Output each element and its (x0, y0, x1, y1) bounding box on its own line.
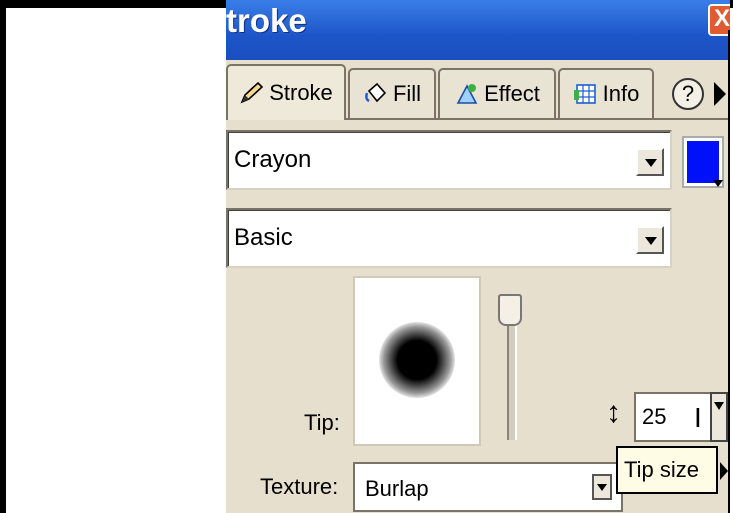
texture-value: Burlap (365, 476, 429, 501)
stroke-type-value: Basic (234, 224, 293, 251)
stroke-color-swatch[interactable] (682, 136, 724, 188)
window-title: troke (226, 2, 307, 39)
paint-bucket-icon (365, 82, 387, 103)
tab-label: Info (602, 81, 640, 106)
help-icon: ? (681, 81, 695, 106)
tab-bar: Stroke Fill Effect Info ? (226, 64, 730, 120)
stroke-panel: troke X Stroke Fill Effect Info ? Crayon… (226, 0, 730, 513)
tooltip: Tip size (616, 446, 718, 494)
tip-size-slider-thumb[interactable] (498, 294, 522, 326)
chevron-down-icon[interactable] (636, 226, 664, 254)
tip-preview (353, 276, 481, 446)
chevron-down-icon[interactable] (636, 148, 664, 176)
tip-size-value: 25 (642, 404, 667, 429)
text-cursor-icon: I (694, 402, 702, 433)
effect-icon (456, 84, 478, 104)
stroke-category-value: Crayon (234, 146, 312, 173)
color-fill (687, 141, 723, 187)
tip-size-dropdown-button[interactable] (710, 392, 728, 442)
tip-preview-dot (379, 322, 455, 398)
tab-label: Fill (392, 81, 422, 106)
close-icon: X (713, 5, 730, 32)
texture-label: Texture: (260, 474, 339, 499)
tip-size-slider-track[interactable] (507, 318, 517, 440)
tab-info[interactable]: Info (558, 68, 654, 118)
vertical-resize-icon: ↕ (606, 396, 621, 429)
stroke-type-dropdown[interactable]: Basic (226, 208, 672, 268)
tab-label: Effect (484, 81, 540, 106)
title-bar[interactable]: troke X (226, 0, 730, 60)
more-tabs-arrow-icon[interactable] (714, 82, 726, 106)
tab-effect[interactable]: Effect (438, 68, 556, 118)
tab-stroke[interactable]: Stroke (226, 64, 346, 120)
info-grid-icon (573, 84, 596, 104)
tooltip-pointer (720, 462, 728, 480)
screen-left-border (0, 0, 6, 513)
close-button[interactable]: X (708, 4, 730, 36)
screen-right-border (728, 30, 730, 513)
tip-label: Tip: (304, 410, 340, 435)
texture-dropdown[interactable]: Burlap (353, 462, 623, 512)
stroke-category-dropdown[interactable]: Crayon (226, 130, 672, 190)
tip-size-input[interactable]: 25 I (634, 392, 718, 442)
help-button[interactable]: ? (672, 78, 704, 110)
tab-label: Stroke (269, 80, 333, 105)
tab-fill[interactable]: Fill (348, 68, 436, 118)
chevron-down-icon[interactable] (592, 474, 612, 500)
pencil-icon (240, 81, 264, 104)
